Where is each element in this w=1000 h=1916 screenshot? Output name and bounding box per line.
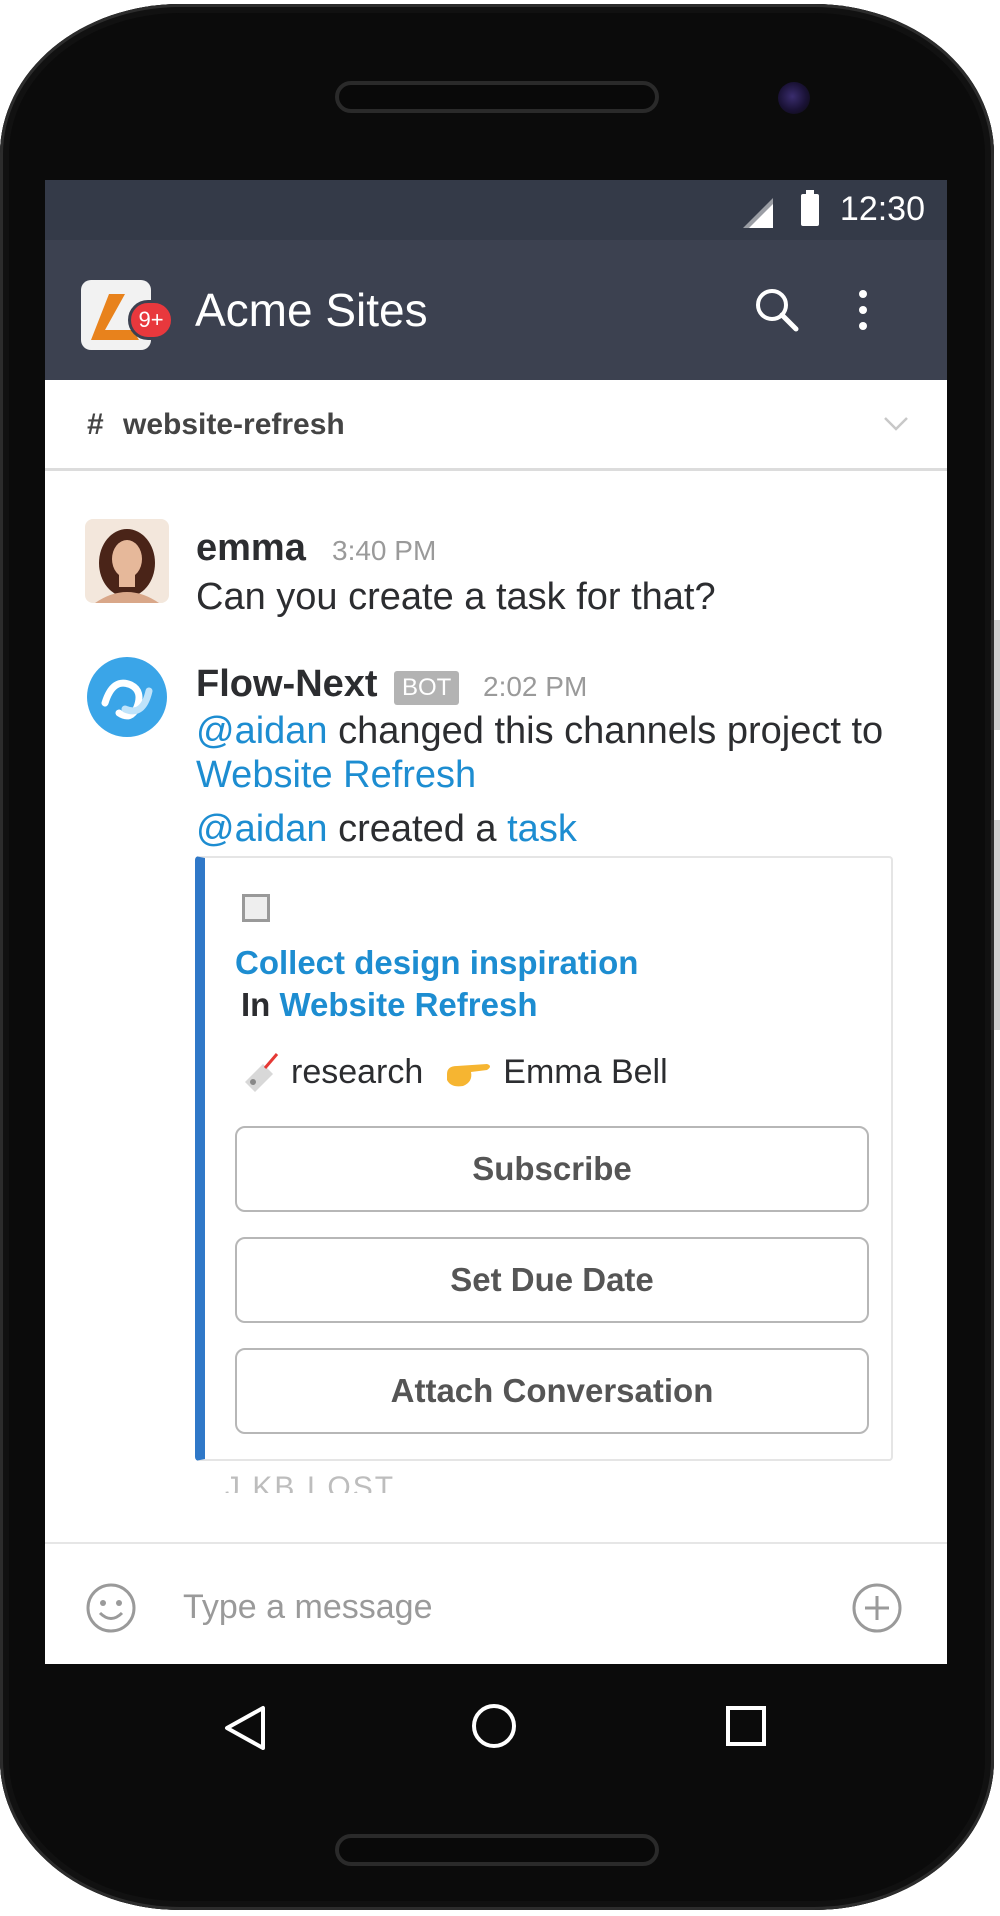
message-text-part: changed this channels project to — [327, 710, 884, 752]
clock: 12:30 — [839, 190, 925, 228]
bottom-speaker — [335, 1834, 659, 1866]
avatar[interactable] — [85, 519, 169, 603]
task-link[interactable]: task — [507, 808, 577, 850]
message-time: 2:02 PM — [483, 671, 588, 702]
volume-button — [994, 620, 1000, 730]
task-project: In Website Refresh — [241, 986, 537, 1024]
notification-badge: 9+ — [128, 300, 174, 340]
search-icon[interactable] — [752, 285, 802, 335]
project-link[interactable]: Website Refresh — [196, 754, 476, 796]
more-vertical-icon[interactable] — [853, 285, 873, 335]
battery-icon — [801, 190, 819, 226]
bot-avatar-icon[interactable] — [85, 655, 169, 739]
sender-name[interactable]: Flow-Next — [196, 663, 378, 706]
mention-link[interactable]: @aidan — [196, 808, 328, 850]
message-text: Can you create a task for that? — [196, 576, 716, 618]
home-icon[interactable] — [470, 1702, 518, 1750]
message-text: @aidan changed this channels project to … — [196, 709, 883, 797]
message-composer — [45, 1542, 947, 1664]
phone-frame: 12:30 9+ Acme Sites # website-refresh em… — [0, 4, 994, 1910]
app-title: Acme Sites — [195, 284, 428, 336]
attach-conversation-button[interactable]: Attach Conversation — [235, 1348, 869, 1434]
message-time: 3:40 PM — [332, 535, 437, 566]
signal-icon — [743, 198, 773, 228]
task-assignee[interactable]: Emma Bell — [503, 1053, 667, 1092]
emoji-icon[interactable] — [85, 1582, 137, 1634]
message-text-part: created a — [327, 808, 508, 850]
task-card: Collect design inspiration In Website Re… — [195, 856, 893, 1461]
channel-hash: # — [87, 408, 104, 441]
faded-text: J KB I OST — [225, 1471, 396, 1493]
avatar-image — [85, 519, 169, 603]
set-due-date-button[interactable]: Set Due Date — [235, 1237, 869, 1323]
channel-header[interactable]: # website-refresh — [45, 380, 947, 471]
chevron-down-icon[interactable] — [883, 416, 909, 432]
plus-icon[interactable] — [851, 1582, 903, 1634]
back-icon[interactable] — [223, 1704, 267, 1752]
task-title-link[interactable]: Collect design inspiration — [235, 944, 638, 982]
task-project-link[interactable]: Website Refresh — [280, 986, 538, 1023]
recents-icon[interactable] — [725, 1705, 767, 1747]
status-bar: 12:30 — [45, 180, 947, 240]
task-tag: research — [291, 1052, 424, 1091]
task-project-prefix: In — [241, 986, 271, 1023]
front-camera — [778, 82, 810, 114]
power-button — [994, 820, 1000, 1030]
task-checkbox[interactable] — [242, 894, 270, 922]
android-nav-bar — [45, 1664, 947, 1788]
mention-link[interactable]: @aidan — [196, 710, 328, 752]
pointing-hand-icon — [447, 1064, 491, 1087]
message-text: @aidan created a task — [196, 807, 577, 851]
screen: 12:30 9+ Acme Sites # website-refresh em… — [45, 180, 947, 1664]
subscribe-button[interactable]: Subscribe — [235, 1126, 869, 1212]
message-input[interactable] — [181, 1574, 825, 1640]
channel-name: website-refresh — [123, 408, 345, 441]
message-list: emma 3:40 PM Can you create a task for t… — [45, 471, 947, 1541]
earpiece-speaker — [335, 81, 659, 113]
tag-icon — [245, 1053, 279, 1092]
task-meta: research Emma Bell — [241, 1052, 668, 1092]
app-bar: 9+ Acme Sites — [45, 240, 947, 380]
bot-badge: BOT — [394, 671, 460, 705]
sender-name[interactable]: emma — [196, 527, 306, 570]
